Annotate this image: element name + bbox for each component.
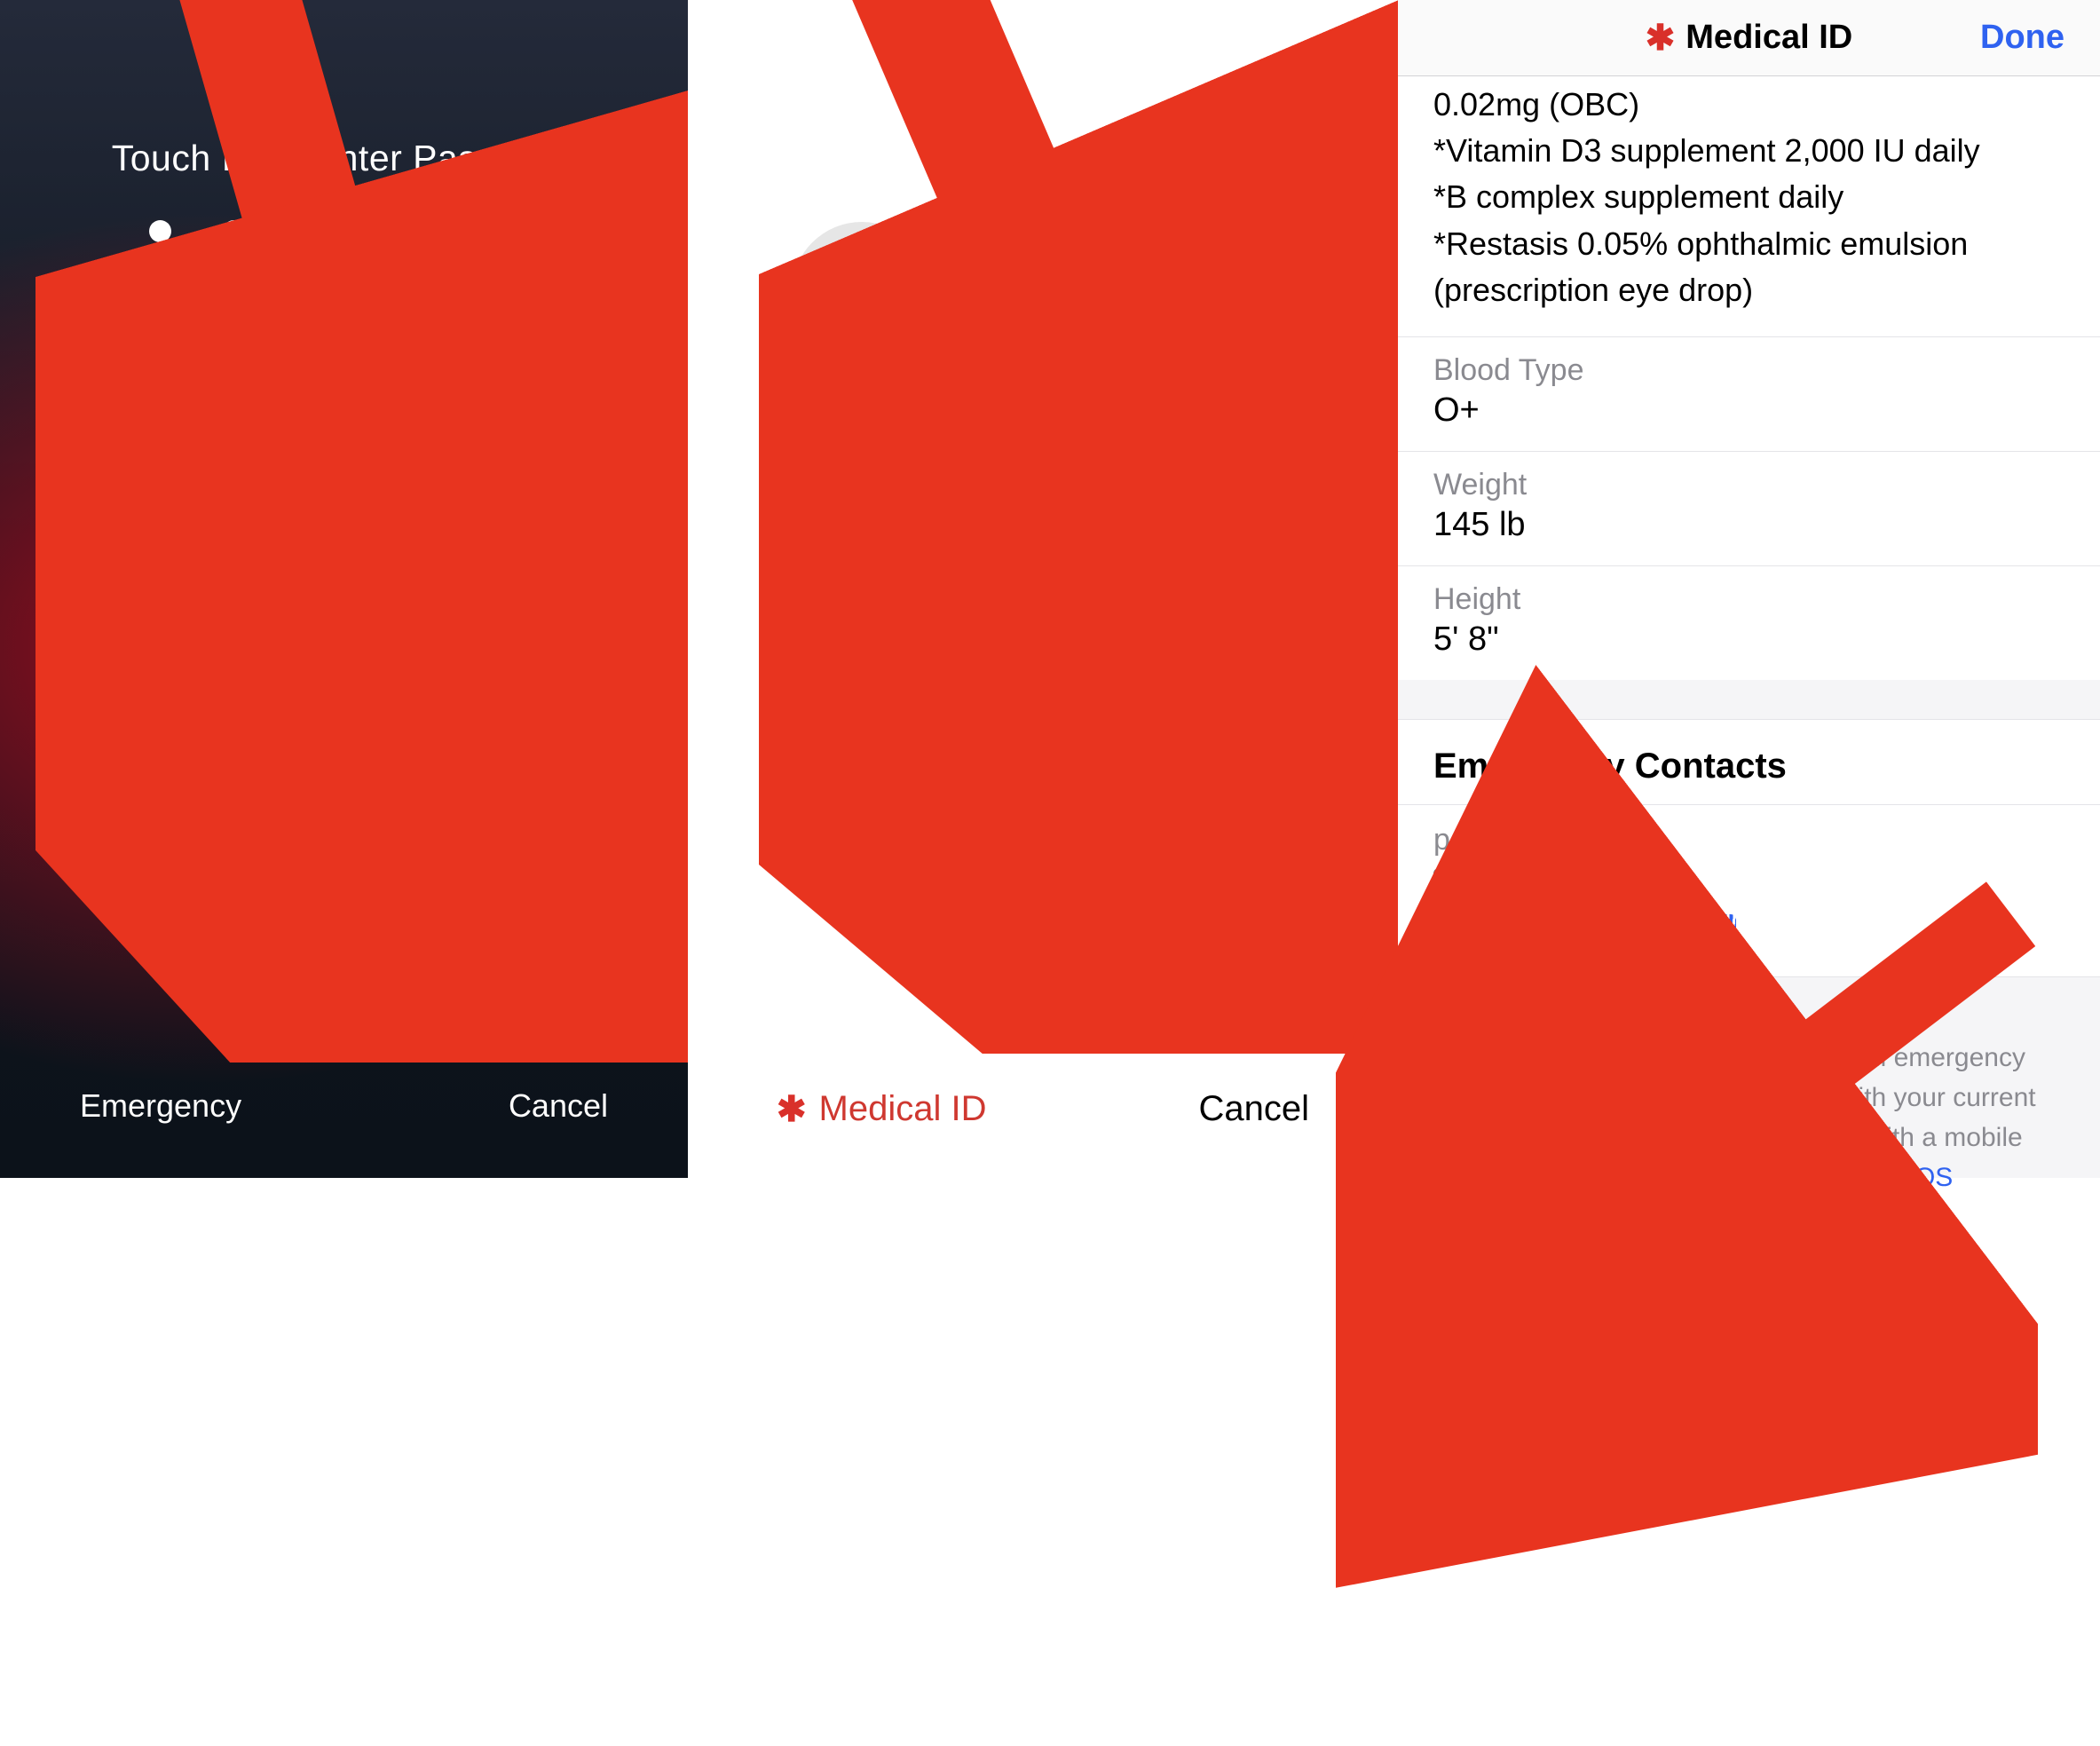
passcode-dot — [444, 220, 466, 242]
height-value: 5' 8" — [1433, 620, 2064, 659]
medical-id-header: ✱ Medical ID Done — [1398, 0, 2100, 76]
phone-icon — [1010, 920, 1076, 985]
blood-type-label: Blood Type — [1433, 353, 2064, 388]
lock-screen: Touch ID or Enter Passcode 12ABC 3DEF 4GHI… — [0, 0, 688, 1178]
emergency-contacts-header: Emergency Contacts — [1398, 719, 2100, 804]
keypad-key-9[interactable]: 9WXYZ — [450, 632, 590, 772]
keypad-key-8[interactable]: 8TUV — [973, 552, 1113, 692]
keypad-key-star[interactable]: * — [792, 717, 932, 857]
passcode-dot — [223, 220, 245, 242]
cancel-button[interactable]: Cancel — [509, 1087, 608, 1125]
emergency-title: Notruf — [688, 0, 1398, 180]
passcode-keypad: 12ABC 3DEF 4GHI5JKL 6MNO 7PQRS8TUV 9WXYZ 0 — [96, 302, 593, 937]
weight-value: 145 lb — [1433, 506, 2064, 544]
keypad-key-1[interactable]: 1 — [99, 302, 239, 442]
height-row: Height 5' 8" — [1398, 565, 2100, 680]
cancel-button[interactable]: Cancel — [1198, 1089, 1309, 1129]
keypad-key-6[interactable]: 6MNO — [1154, 387, 1294, 527]
keypad-key-9[interactable]: 9WXYZ — [1154, 552, 1294, 692]
contact-name: Timothy — [1433, 865, 2064, 903]
emergency-sos-footer: When you use Emergency SOS to call emerg… — [1398, 1002, 2100, 1233]
keypad-key-5[interactable]: 5JKL — [973, 387, 1113, 527]
keypad-key-8[interactable]: 8TUV — [274, 632, 414, 772]
medical-id-label: Medical ID — [819, 1089, 987, 1129]
height-label: Height — [1433, 582, 2064, 617]
keypad-key-6[interactable]: 6MNO — [450, 467, 590, 607]
passcode-dot — [517, 220, 540, 242]
passcode-dot — [149, 220, 171, 242]
emergency-contact-row[interactable]: partner Timothy +1 (347) — [1398, 804, 2100, 977]
keypad-key-5[interactable]: 5JKL — [274, 467, 414, 607]
keypad-key-hash[interactable]: # — [1154, 717, 1294, 857]
keypad-key-0[interactable]: 0 — [274, 797, 414, 937]
dialer-keypad: 1 2ABC 3DEF 4GHI 5JKL 6MNO 7PQRS 8TUV 9WXYZ * 0+ # — [792, 222, 1294, 1023]
keypad-key-2[interactable]: 2ABC — [274, 302, 414, 442]
medications-value: 0.02mg (OBC) *Vitamin D3 supplement 2,00… — [1398, 76, 2100, 336]
medical-id-screen: ✱ Medical ID Done 0.02mg (OBC) *Vitamin … — [1398, 0, 2100, 1178]
star-of-life-icon: ✱ — [1646, 20, 1676, 56]
keypad-key-7[interactable]: 7PQRS — [792, 552, 932, 692]
star-of-life-icon: ✱ — [777, 1092, 807, 1127]
call-button[interactable] — [973, 882, 1113, 1023]
passcode-dot — [296, 220, 319, 242]
weight-row: Weight 145 lb — [1398, 451, 2100, 565]
page-title: Medical ID — [1686, 19, 1852, 57]
emergency-button[interactable]: Emergency — [80, 1087, 241, 1125]
passcode-dots — [0, 220, 688, 242]
contact-relation: partner — [1433, 823, 2064, 857]
keypad-key-7[interactable]: 7PQRS — [99, 632, 239, 772]
keypad-key-0[interactable]: 0+ — [973, 717, 1113, 857]
keypad-key-4[interactable]: 4GHI — [99, 467, 239, 607]
contact-phone[interactable]: +1 (347) — [1433, 912, 2064, 950]
keypad-key-3[interactable]: 3DEF — [1154, 222, 1294, 362]
blood-type-row: Blood Type O+ — [1398, 336, 2100, 451]
keypad-key-4[interactable]: 4GHI — [792, 387, 932, 527]
weight-label: Weight — [1433, 468, 2064, 502]
keypad-key-1[interactable]: 1 — [792, 222, 932, 362]
blood-type-value: O+ — [1433, 391, 2064, 430]
learn-more-link[interactable]: Learn More about Emergency SOS — [1537, 1163, 1954, 1192]
passcode-prompt: Touch ID or Enter Passcode — [0, 0, 688, 179]
keypad-key-3[interactable]: 3DEF — [450, 302, 590, 442]
redaction-icon — [1567, 914, 1736, 946]
redaction-icon — [1433, 868, 1567, 898]
keypad-key-2[interactable]: 2ABC — [973, 222, 1113, 362]
medical-id-button[interactable]: ✱ Medical ID — [777, 1089, 986, 1129]
passcode-dot — [370, 220, 392, 242]
emergency-dialer: Notruf 1 2ABC 3DEF 4GHI 5JKL 6MNO 7PQRS 8TUV 9WX… — [688, 0, 1398, 1178]
done-button[interactable]: Done — [1980, 19, 2064, 57]
